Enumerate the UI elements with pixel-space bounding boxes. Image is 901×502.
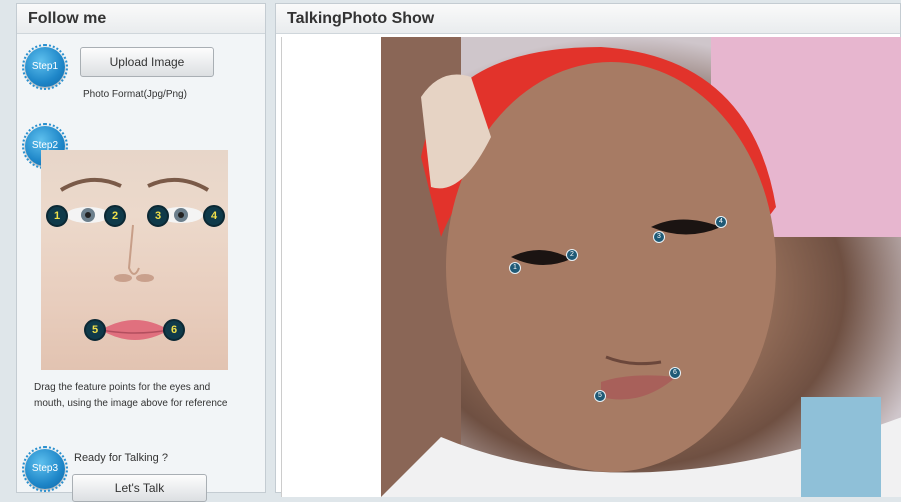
photo-format-note: Photo Format(Jpg/Png) bbox=[83, 89, 187, 100]
reference-face-image: 1 2 3 4 5 6 bbox=[41, 150, 228, 370]
photo-stage: 1 2 3 4 5 6 bbox=[281, 37, 901, 497]
photo-point-3[interactable]: 3 bbox=[653, 231, 665, 243]
feature-point-instructions: Drag the feature points for the eyes and… bbox=[34, 382, 228, 409]
photo-point-5[interactable]: 5 bbox=[594, 390, 606, 402]
steps-container: Step1 Upload Image Photo Format(Jpg/Png)… bbox=[17, 34, 265, 502]
uploaded-photo-drawing bbox=[381, 37, 901, 497]
step1-badge: Step1 bbox=[22, 44, 68, 90]
ref-point-3: 3 bbox=[147, 205, 169, 227]
lets-talk-button[interactable]: Let's Talk bbox=[72, 474, 207, 502]
ready-for-talking-text: Ready for Talking ? bbox=[74, 452, 168, 464]
talking-photo-panel: TalkingPhoto Show 1 2 3 4 5 6 bbox=[275, 3, 901, 497]
talking-photo-title: TalkingPhoto Show bbox=[276, 4, 900, 34]
ref-point-1: 1 bbox=[46, 205, 68, 227]
photo-point-1[interactable]: 1 bbox=[509, 262, 521, 274]
ref-point-2: 2 bbox=[104, 205, 126, 227]
ref-point-5: 5 bbox=[84, 319, 106, 341]
reference-face-illustration bbox=[59, 177, 210, 340]
upload-image-button[interactable]: Upload Image bbox=[80, 47, 214, 77]
photo-point-4[interactable]: 4 bbox=[715, 216, 727, 228]
photo-point-6[interactable]: 6 bbox=[669, 367, 681, 379]
uploaded-photo: 1 2 3 4 5 6 bbox=[381, 37, 901, 497]
ref-point-4: 4 bbox=[203, 205, 225, 227]
step3-badge: Step3 bbox=[22, 446, 68, 492]
follow-me-title: Follow me bbox=[17, 4, 265, 34]
photo-point-2[interactable]: 2 bbox=[566, 249, 578, 261]
follow-me-panel: Follow me Step1 Upload Image Photo Forma… bbox=[16, 3, 266, 502]
ref-point-6: 6 bbox=[163, 319, 185, 341]
